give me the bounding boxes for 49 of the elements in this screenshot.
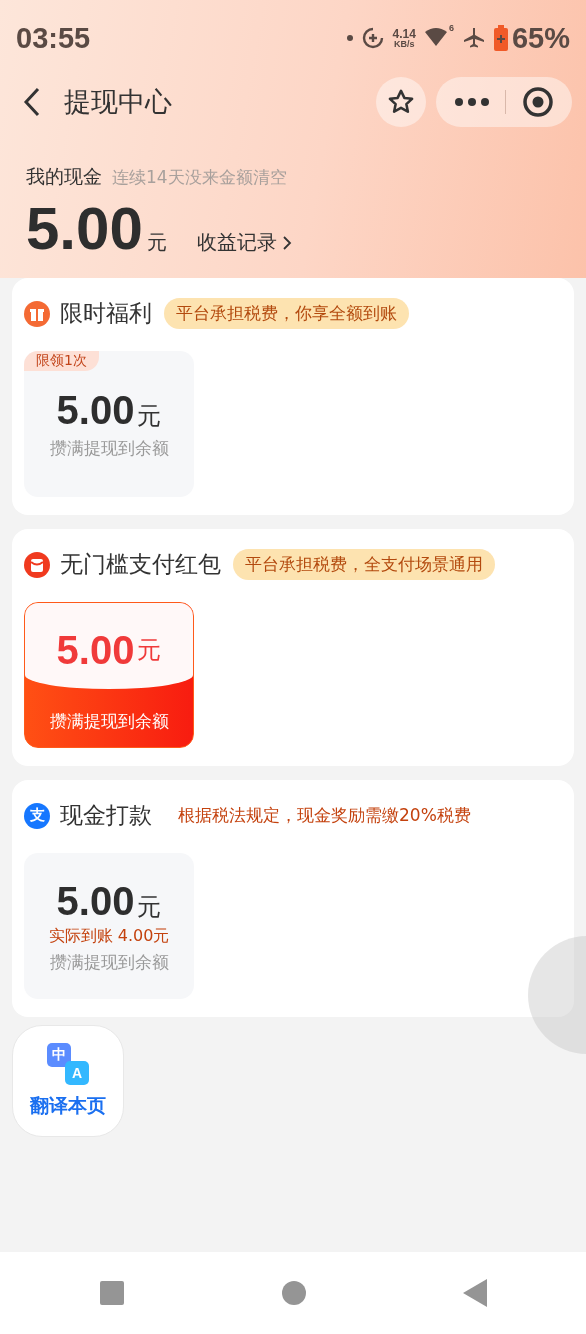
expiry-hint: 连续14天没来金额清空 [112, 166, 287, 189]
section-note: 根据税法规定，现金奖励需缴20%税费 [178, 804, 471, 827]
status-time: 03:55 [16, 21, 91, 55]
section-title: 无门槛支付红包 [60, 550, 221, 579]
offer-caption: 攒满提现到余额 [49, 950, 169, 974]
chevron-icon [280, 233, 293, 252]
speed-value: 4.14 [392, 27, 416, 40]
section-tag: 平台承担税费，全支付场景通用 [233, 549, 495, 580]
airplane-icon [461, 26, 486, 50]
offer-unit: 元 [137, 891, 162, 923]
star-icon [387, 88, 415, 116]
speed-unit: KB/s [394, 39, 415, 49]
back-nav-icon[interactable] [463, 1279, 488, 1307]
home-icon[interactable] [282, 1281, 306, 1305]
offer-caption: 攒满提现到余额 [49, 710, 169, 733]
offer-amount: 5.00 [56, 627, 135, 673]
offer-unit: 元 [137, 401, 162, 432]
translate-page-button[interactable]: 中 A 翻译本页 [12, 1025, 124, 1137]
envelope-icon [24, 551, 50, 578]
offer-card[interactable]: 限领1次 5.00 元 攒满提现到余额 [24, 351, 194, 497]
section-title: 限时福利 [60, 299, 152, 328]
gift-icon [24, 300, 50, 327]
offer-card[interactable]: 5.00 元 攒满提现到余额 [24, 602, 194, 748]
offer-card[interactable]: 5.00 元 实际到账 4.00元 攒满提现到余额 [24, 853, 194, 999]
earnings-record-link[interactable]: 收益记录 [196, 229, 293, 256]
back-icon[interactable] [22, 86, 42, 118]
favorite-button[interactable] [376, 77, 426, 127]
recents-icon[interactable] [98, 1280, 125, 1306]
section-tag: 平台承担税费，你享全额到账 [164, 298, 409, 329]
offer-amount: 5.00 [56, 878, 135, 924]
page-title: 提现中心 [64, 85, 172, 119]
data-saver-icon [360, 26, 385, 50]
wifi-icon [423, 27, 448, 47]
offer-unit: 元 [137, 635, 162, 666]
battery-icon [493, 25, 508, 51]
net-amount: 实际到账 4.00元 [48, 925, 170, 947]
dot-icon [346, 35, 353, 41]
payment-logo-icon: 支 [24, 802, 50, 829]
section-title: 现金打款 [60, 801, 152, 830]
battery-percent: 65% [511, 21, 570, 55]
currency-unit: 元 [146, 229, 167, 256]
limit-badge: 限领1次 [24, 351, 99, 371]
close-target-icon[interactable] [522, 86, 555, 118]
balance-amount: 5.00 [26, 196, 143, 262]
signal-label: 6 [448, 23, 454, 33]
offer-amount: 5.00 [56, 388, 135, 433]
offer-caption: 攒满提现到余额 [49, 437, 169, 460]
more-icon[interactable] [453, 97, 490, 107]
cash-label: 我的现金 [26, 164, 102, 189]
